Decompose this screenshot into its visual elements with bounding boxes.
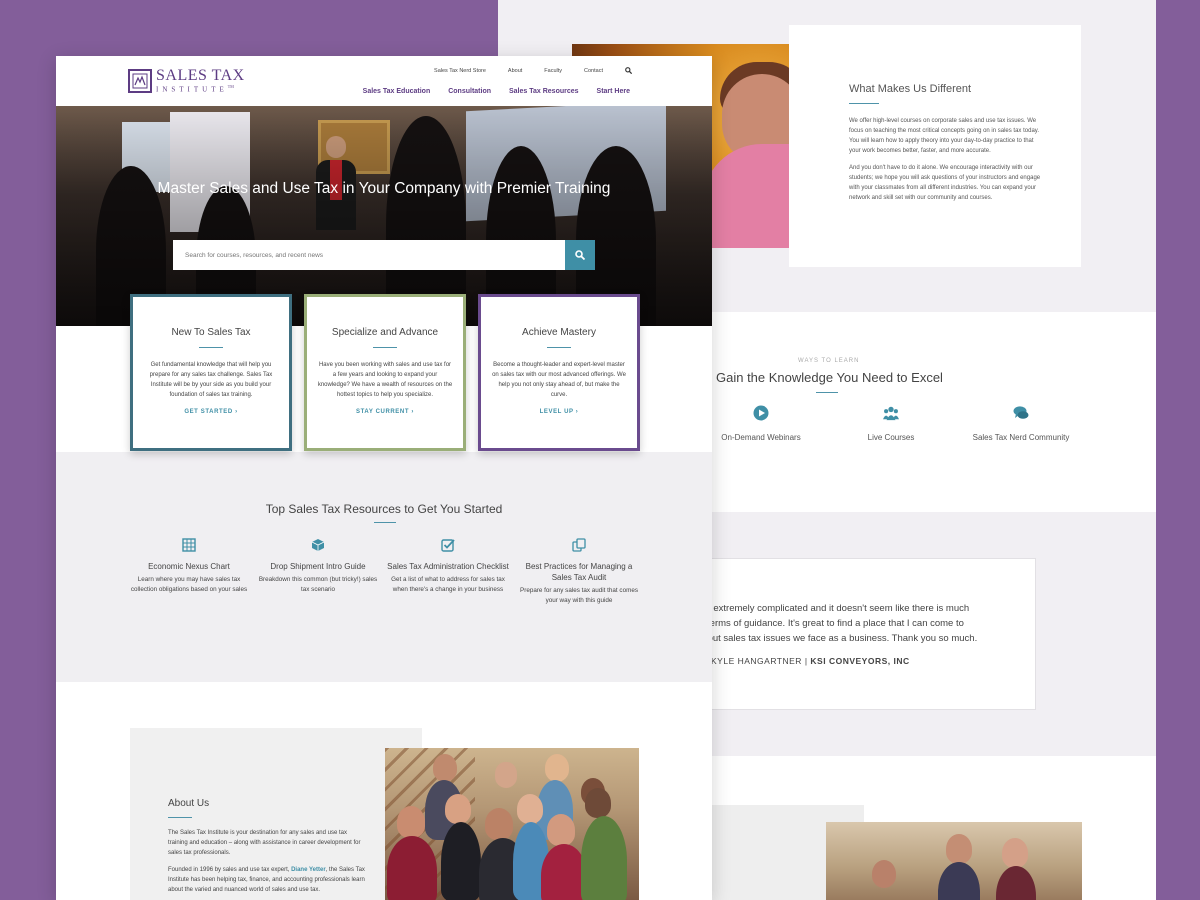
resource-title: Drop Shipment Intro Guide	[270, 562, 366, 571]
search-icon	[575, 250, 585, 260]
resource-body: Breakdown this common (but tricky!) sale…	[258, 576, 378, 593]
card-title: New To Sales Tax	[171, 327, 251, 338]
paragraph: Founded in 1996 by sales and use tax exp…	[168, 865, 368, 895]
card-achieve-mastery: Achieve Mastery Become a thought-leader …	[478, 294, 640, 451]
resource-body: Prepare for any sales tax audit that com…	[520, 587, 638, 604]
author-company: KSI CONVEYORS, INC	[810, 656, 910, 666]
divider	[168, 817, 192, 818]
way-on-demand-webinars[interactable]: On-Demand Webinars	[696, 405, 826, 445]
way-label: Live Courses	[867, 433, 915, 442]
hero-banner: Master Sales and Use Tax in Your Company…	[56, 106, 712, 326]
card-body: Get fundamental knowledge that will help…	[149, 362, 273, 398]
card-body: Have you been working with sales and use…	[317, 362, 453, 398]
author-name: KYLE HANGARTNER	[711, 656, 802, 666]
divider	[374, 522, 396, 523]
resource-economic-nexus-chart[interactable]: Economic Nexus Chart Learn where you may…	[128, 538, 250, 595]
paragraph: And you don't have to do it alone. We en…	[849, 165, 1041, 201]
hero-headline: Master Sales and Use Tax in Your Company…	[157, 180, 611, 197]
resource-title: Economic Nexus Chart	[148, 562, 230, 571]
resource-drop-shipment-guide[interactable]: Drop Shipment Intro Guide Breakdown this…	[257, 538, 379, 595]
logo-subtext: INSTITUTE	[156, 85, 228, 94]
team-photo	[385, 748, 639, 900]
users-icon	[883, 406, 899, 421]
author-separator: |	[804, 656, 808, 666]
divider	[199, 347, 223, 348]
quote-line: about sales tax issues we face as a busi…	[697, 633, 978, 644]
diane-yetter-link[interactable]: Diane Yetter	[291, 867, 326, 873]
nav-start-here[interactable]: Start Here	[597, 88, 630, 95]
card-new-to-sales-tax: New To Sales Tax Get fundamental knowled…	[130, 294, 292, 451]
way-live-courses[interactable]: Live Courses	[826, 405, 956, 445]
resource-title: Best Practices for Managing a Sales Tax …	[525, 562, 633, 582]
table-icon	[182, 538, 196, 552]
nav-link-about[interactable]: About	[508, 68, 522, 74]
testimonial-card: are extremely complicated and it doesn't…	[668, 558, 1036, 710]
learning-path-cards: New To Sales Tax Get fundamental knowled…	[130, 294, 640, 451]
resources-section: Top Sales Tax Resources to Get You Start…	[56, 452, 712, 682]
divider	[547, 347, 571, 348]
section-kicker: WAYS TO LEARN	[798, 358, 860, 364]
resource-administration-checklist[interactable]: Sales Tax Administration Checklist Get a…	[387, 538, 509, 595]
section-title: About Us	[168, 798, 210, 809]
paragraph-text: Founded in 1996 by sales and use tax exp…	[168, 867, 290, 873]
nav-link-contact[interactable]: Contact	[584, 68, 603, 74]
divider	[373, 347, 397, 348]
quote-line: are extremely complicated and it doesn't…	[697, 603, 970, 614]
play-circle-icon	[753, 405, 769, 421]
copy-icon	[572, 538, 586, 552]
card-body: Become a thought-leader and expert-level…	[492, 362, 626, 398]
paragraph: We offer high-level courses on corporate…	[849, 118, 1039, 154]
utility-nav: Sales Tax Nerd Store About Faculty Conta…	[434, 67, 632, 74]
logo-mark-icon	[128, 68, 152, 93]
resource-title: Sales Tax Administration Checklist	[387, 562, 509, 571]
divider	[849, 103, 879, 104]
section-title: What Makes Us Different	[849, 83, 972, 95]
nav-link-faculty[interactable]: Faculty	[544, 68, 562, 74]
section-title: Top Sales Tax Resources to Get You Start…	[265, 502, 503, 516]
about-us-section: About Us The Sales Tax Institute is your…	[168, 798, 368, 900]
main-nav: Sales Tax Education Consultation Sales T…	[363, 88, 630, 95]
logo-text: SALES TAX	[156, 67, 245, 84]
stay-current-link[interactable]: STAY CURRENT ›	[317, 409, 453, 415]
testimonial-author: KYLE HANGARTNER | KSI CONVEYORS, INC	[697, 656, 1015, 666]
team-photo	[826, 822, 1082, 900]
paragraph: The Sales Tax Institute is your destinat…	[168, 830, 361, 856]
nav-sales-tax-education[interactable]: Sales Tax Education	[363, 88, 431, 95]
box-icon	[311, 539, 325, 551]
section-title: Gain the Knowledge You Need to Excel	[716, 370, 943, 385]
card-specialize-and-advance: Specialize and Advance Have you been wor…	[304, 294, 466, 451]
card-title: Specialize and Advance	[331, 327, 439, 338]
what-makes-us-different-card: What Makes Us Different We offer high-le…	[789, 25, 1081, 267]
site-logo[interactable]: SALES TAX INSTITUTETM	[128, 68, 245, 93]
site-header: SALES TAX INSTITUTETM Sales Tax Nerd Sto…	[56, 56, 712, 106]
checkbox-icon	[441, 539, 455, 552]
way-label: Sales Tax Nerd Community	[972, 433, 1070, 442]
resource-body: Get a list of what to address for sales …	[391, 576, 505, 593]
nav-sales-tax-resources[interactable]: Sales Tax Resources	[509, 88, 579, 95]
card-title: Achieve Mastery	[522, 327, 596, 338]
level-up-link[interactable]: LEVEL UP ›	[491, 409, 627, 415]
search-input[interactable]	[173, 240, 565, 270]
nav-consultation[interactable]: Consultation	[448, 88, 491, 95]
divider	[816, 392, 838, 393]
way-community[interactable]: Sales Tax Nerd Community	[956, 405, 1086, 445]
hero-search-bar	[173, 240, 595, 270]
get-started-link[interactable]: GET STARTED ›	[143, 409, 279, 415]
nav-link-store[interactable]: Sales Tax Nerd Store	[434, 68, 486, 74]
chat-bubbles-icon	[1013, 406, 1029, 419]
search-button[interactable]	[565, 240, 595, 270]
front-page-mockup: SALES TAX INSTITUTETM Sales Tax Nerd Sto…	[56, 56, 712, 900]
logo-trademark: TM	[227, 84, 234, 89]
way-label: On-Demand Webinars	[721, 433, 801, 442]
resource-audit-best-practices[interactable]: Best Practices for Managing a Sales Tax …	[518, 538, 640, 606]
hero-overlay	[56, 106, 712, 326]
resource-body: Learn where you may have sales tax colle…	[130, 576, 248, 593]
search-icon[interactable]	[625, 67, 632, 74]
quote-line: in terms of guidance. It's great to find…	[697, 618, 964, 629]
